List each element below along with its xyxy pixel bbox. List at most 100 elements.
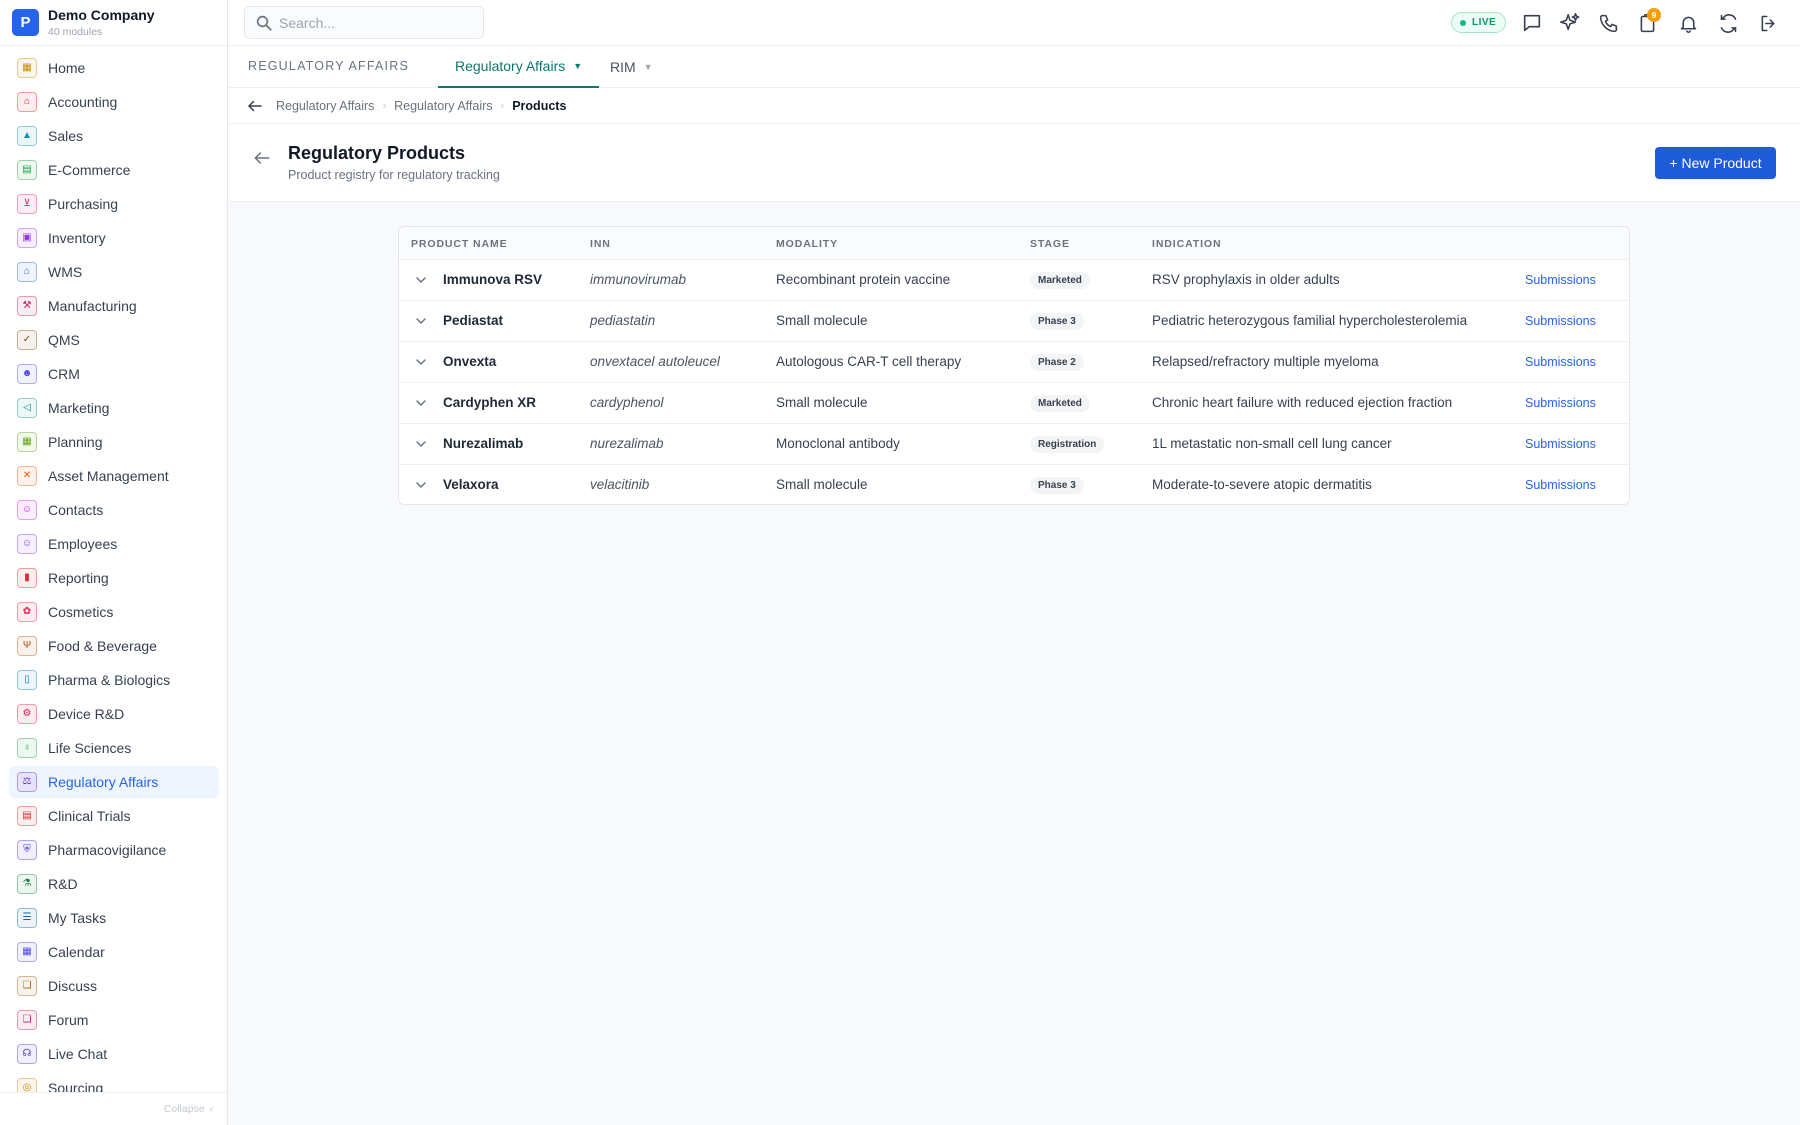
chevron-down-icon[interactable] xyxy=(413,477,429,493)
sidebar-item-asset-management[interactable]: ✕ Asset Management xyxy=(9,460,219,492)
search-input[interactable] xyxy=(279,14,469,31)
sidebar-item-device-r-d[interactable]: ⚙ Device R&D xyxy=(9,698,219,730)
product-name: Nurezalimab xyxy=(443,436,524,451)
sidebar-item-label: Sourcing xyxy=(48,1080,104,1092)
breadcrumb-item[interactable]: Regulatory Affairs xyxy=(276,99,374,113)
sidebar-item-r-d[interactable]: ⚗ R&D xyxy=(9,868,219,900)
product-inn: pediastatin xyxy=(590,313,656,328)
sidebar-item-label: QMS xyxy=(48,332,80,348)
sidebar-item-food-beverage[interactable]: Ψ Food & Beverage xyxy=(9,630,219,662)
chevron-down-icon[interactable] xyxy=(413,436,429,452)
tab-regulatory-affairs[interactable]: Regulatory Affairs ▼ xyxy=(438,46,600,88)
sidebar-item-label: Life Sciences xyxy=(48,740,132,756)
sidebar-item-pharmacovigilance[interactable]: ⛨ Pharmacovigilance xyxy=(9,834,219,866)
search-box[interactable] xyxy=(244,6,484,39)
sidebar-item-reporting[interactable]: ▮ Reporting xyxy=(9,562,219,594)
contact-icon: ☺ xyxy=(17,500,37,520)
sidebar-item-inventory[interactable]: ▣ Inventory xyxy=(9,222,219,254)
tasks-notification-icon[interactable]: 9 xyxy=(1635,8,1661,35)
chevron-down-icon[interactable] xyxy=(413,395,429,411)
home-grid-icon: ▦ xyxy=(17,58,37,78)
sidebar-item-calendar[interactable]: ▦ Calendar xyxy=(9,936,219,968)
sidebar-item-my-tasks[interactable]: ☰ My Tasks xyxy=(9,902,219,934)
product-name: Cardyphen XR xyxy=(443,395,537,410)
new-product-button[interactable]: + New Product xyxy=(1655,147,1776,179)
sidebar-item-cosmetics[interactable]: ✿ Cosmetics xyxy=(9,596,219,628)
submissions-link[interactable]: Submissions xyxy=(1525,273,1596,287)
sidebar-item-label: Calendar xyxy=(48,944,105,960)
back-arrow-icon[interactable] xyxy=(246,97,264,115)
sidebar-item-purchasing[interactable]: ⊻ Purchasing xyxy=(9,188,219,220)
table-row[interactable]: Cardyphen XR cardyphenol Small molecule Mar… xyxy=(399,383,1629,424)
table-row[interactable]: Onvexta onvextacel autoleucel Autologous C… xyxy=(399,342,1629,383)
sidebar-item-live-chat[interactable]: ☊ Live Chat xyxy=(9,1038,219,1070)
warehouse-icon: ⌂ xyxy=(17,262,37,282)
sidebar-item-home[interactable]: ▦ Home xyxy=(9,52,219,84)
table-row[interactable]: Immunova RSV immunovirumab Recombinant pro… xyxy=(399,260,1629,301)
product-indication: Pediatric heterozygous familial hypercho… xyxy=(1152,313,1468,328)
sidebar-item-discuss[interactable]: ❏ Discuss xyxy=(9,970,219,1002)
sidebar-item-regulatory-affairs[interactable]: ⚖ Regulatory Affairs xyxy=(9,766,219,798)
company-logo: P xyxy=(12,9,39,36)
sidebar-item-forum[interactable]: ❏ Forum xyxy=(9,1004,219,1036)
people-icon: ☻ xyxy=(17,364,37,384)
sidebar-item-contacts[interactable]: ☺ Contacts xyxy=(9,494,219,526)
sidebar-item-crm[interactable]: ☻ CRM xyxy=(9,358,219,390)
sidebar-item-wms[interactable]: ⌂ WMS xyxy=(9,256,219,288)
submissions-link[interactable]: Submissions xyxy=(1525,478,1596,492)
company-switcher[interactable]: P Demo Company 40 modules xyxy=(0,0,227,46)
tab-rim[interactable]: RIM ▼ xyxy=(604,46,659,88)
table-row[interactable]: Velaxora velacitinib Small molecule Phase 3… xyxy=(399,465,1629,504)
submissions-link[interactable]: Submissions xyxy=(1525,396,1596,410)
breadcrumb-item[interactable]: Regulatory Affairs xyxy=(394,99,492,113)
stage-badge: Marketed xyxy=(1030,272,1090,289)
notification-count-badge: 9 xyxy=(1647,8,1661,22)
chevron-down-icon[interactable] xyxy=(413,272,429,288)
table-row[interactable]: Pediastat pediastatin Small molecule Phase … xyxy=(399,301,1629,342)
sidebar-item-planning[interactable]: ▦ Planning xyxy=(9,426,219,458)
product-modality: Autologous CAR-T cell therapy xyxy=(776,354,962,369)
sync-icon[interactable] xyxy=(1716,11,1740,35)
chevron-down-icon[interactable] xyxy=(413,313,429,329)
sidebar-item-employees[interactable]: ☺ Employees xyxy=(9,528,219,560)
breadcrumb-current: Products xyxy=(512,98,567,113)
logout-icon[interactable] xyxy=(1756,11,1780,35)
sidebar-item-qms[interactable]: ✓ QMS xyxy=(9,324,219,356)
ai-sparkle-icon[interactable] xyxy=(1558,11,1582,35)
gavel-icon: ⚖ xyxy=(17,772,37,792)
bell-icon[interactable] xyxy=(1676,11,1700,35)
submissions-link[interactable]: Submissions xyxy=(1525,314,1596,328)
sidebar-item-sourcing[interactable]: ◎ Sourcing xyxy=(9,1072,219,1092)
submissions-link[interactable]: Submissions xyxy=(1525,355,1596,369)
flask-icon: ⚗ xyxy=(17,874,37,894)
calendar-icon: ▦ xyxy=(17,942,37,962)
messages-icon[interactable] xyxy=(1520,11,1544,35)
chevron-left-icon: ‹ xyxy=(209,1103,213,1115)
product-indication: 1L metastatic non-small cell lung cancer xyxy=(1152,436,1392,451)
sidebar-item-label: Food & Beverage xyxy=(48,638,157,654)
sidebar-item-accounting[interactable]: ⌂ Accounting xyxy=(9,86,219,118)
sidebar-item-manufacturing[interactable]: ⚒ Manufacturing xyxy=(9,290,219,322)
table-row[interactable]: Nurezalimab nurezalimab Monoclonal antibod… xyxy=(399,424,1629,465)
store-icon: ▤ xyxy=(17,160,37,180)
forum-icon: ❏ xyxy=(17,1010,37,1030)
stage-badge: Phase 3 xyxy=(1030,477,1084,494)
submissions-link[interactable]: Submissions xyxy=(1525,437,1596,451)
sidebar-item-pharma-biologics[interactable]: ▯ Pharma & Biologics xyxy=(9,664,219,696)
back-arrow-icon[interactable] xyxy=(252,148,272,173)
planning-icon: ▦ xyxy=(17,432,37,452)
sidebar-item-marketing[interactable]: ◁ Marketing xyxy=(9,392,219,424)
collapse-button[interactable]: Collapse ‹ xyxy=(0,1092,227,1125)
box-icon: ▣ xyxy=(17,228,37,248)
pill-bottle-icon: ▯ xyxy=(17,670,37,690)
sidebar-item-e-commerce[interactable]: ▤ E-Commerce xyxy=(9,154,219,186)
sidebar: P Demo Company 40 modules ▦ Home ⌂ Accounti… xyxy=(0,0,228,1125)
sidebar-item-clinical-trials[interactable]: ▤ Clinical Trials xyxy=(9,800,219,832)
module-title: REGULATORY AFFAIRS xyxy=(248,59,409,73)
tab-label: RIM xyxy=(610,59,636,75)
chevron-down-icon[interactable] xyxy=(413,354,429,370)
phone-icon[interactable] xyxy=(1596,11,1620,35)
sidebar-item-sales[interactable]: ▲ Sales xyxy=(9,120,219,152)
products-table: PRODUCT NAME INN MODALITY STAGE INDICATI… xyxy=(398,226,1630,505)
sidebar-item-life-sciences[interactable]: ♁ Life Sciences xyxy=(9,732,219,764)
